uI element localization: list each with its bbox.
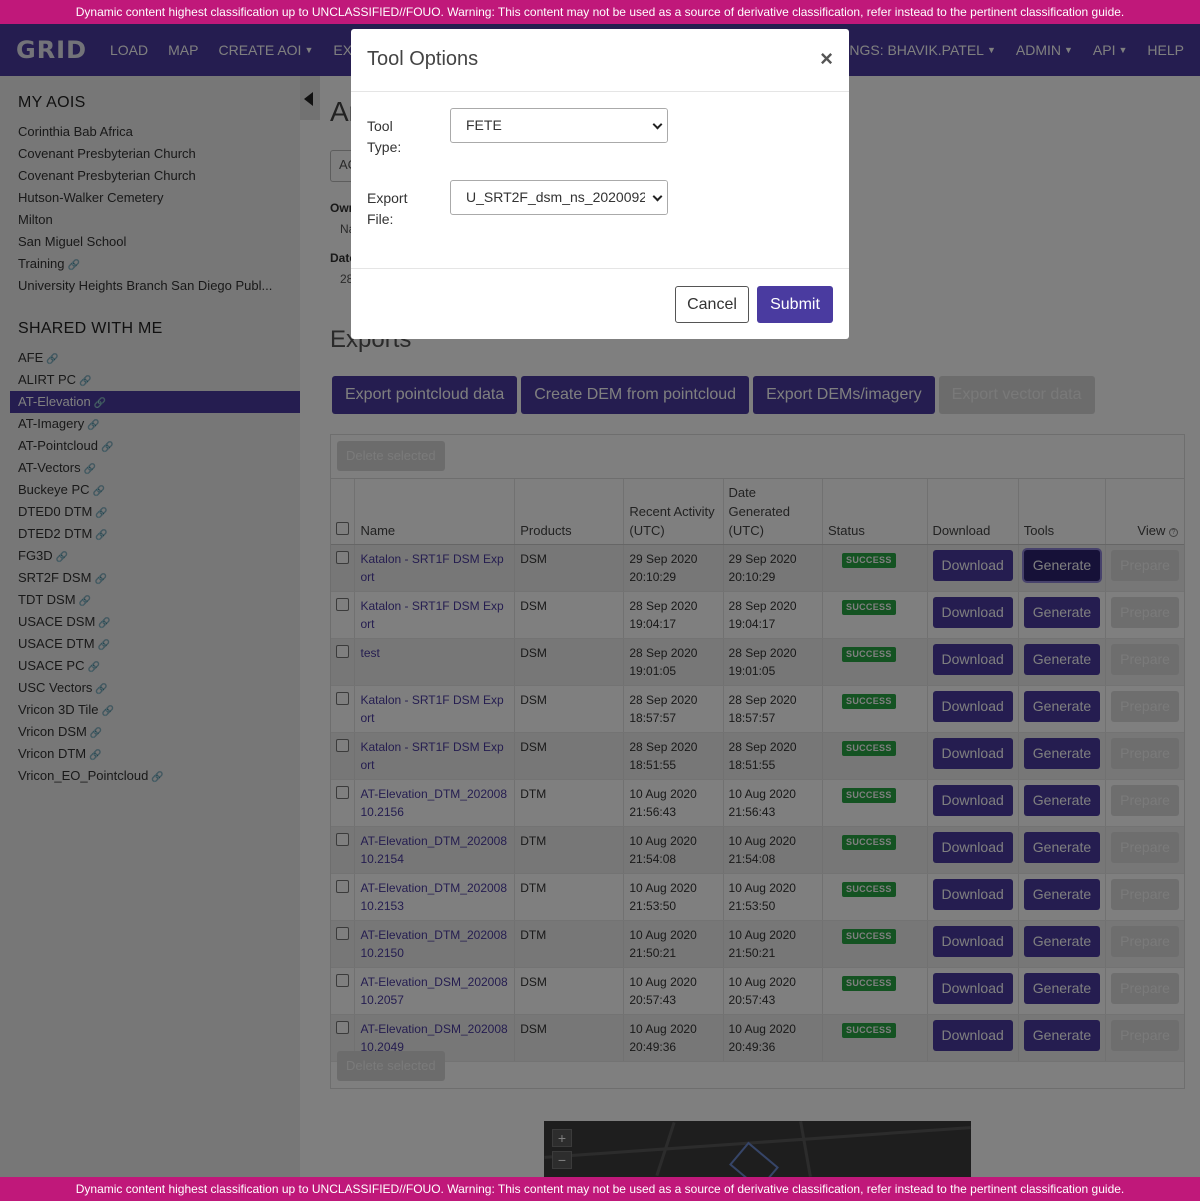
chevron-down-icon — [645, 109, 667, 142]
export-file-select[interactable]: U_SRT2F_dsm_ns_2020092 — [450, 180, 668, 215]
cancel-button[interactable]: Cancel — [675, 286, 749, 323]
submit-button[interactable]: Submit — [757, 286, 833, 323]
modal-header: Tool Options × — [351, 29, 849, 92]
classification-banner-bottom: Dynamic content highest classification u… — [0, 1177, 1200, 1201]
export-file-label: Export File: — [367, 190, 408, 227]
tool-type-value: FETE — [466, 117, 502, 133]
close-icon[interactable]: × — [820, 46, 833, 72]
tool-options-modal: Tool Options × Tool Type: FETE Export Fi… — [351, 29, 849, 339]
modal-footer: Cancel Submit — [351, 268, 849, 339]
modal-title: Tool Options — [367, 48, 479, 70]
export-file-value: U_SRT2F_dsm_ns_2020092 — [466, 189, 648, 205]
tool-type-label: Tool Type: — [367, 118, 402, 155]
chevron-down-icon — [645, 181, 667, 214]
tool-type-select[interactable]: FETE — [450, 108, 668, 143]
classification-banner-top: Dynamic content highest classification u… — [0, 0, 1200, 24]
